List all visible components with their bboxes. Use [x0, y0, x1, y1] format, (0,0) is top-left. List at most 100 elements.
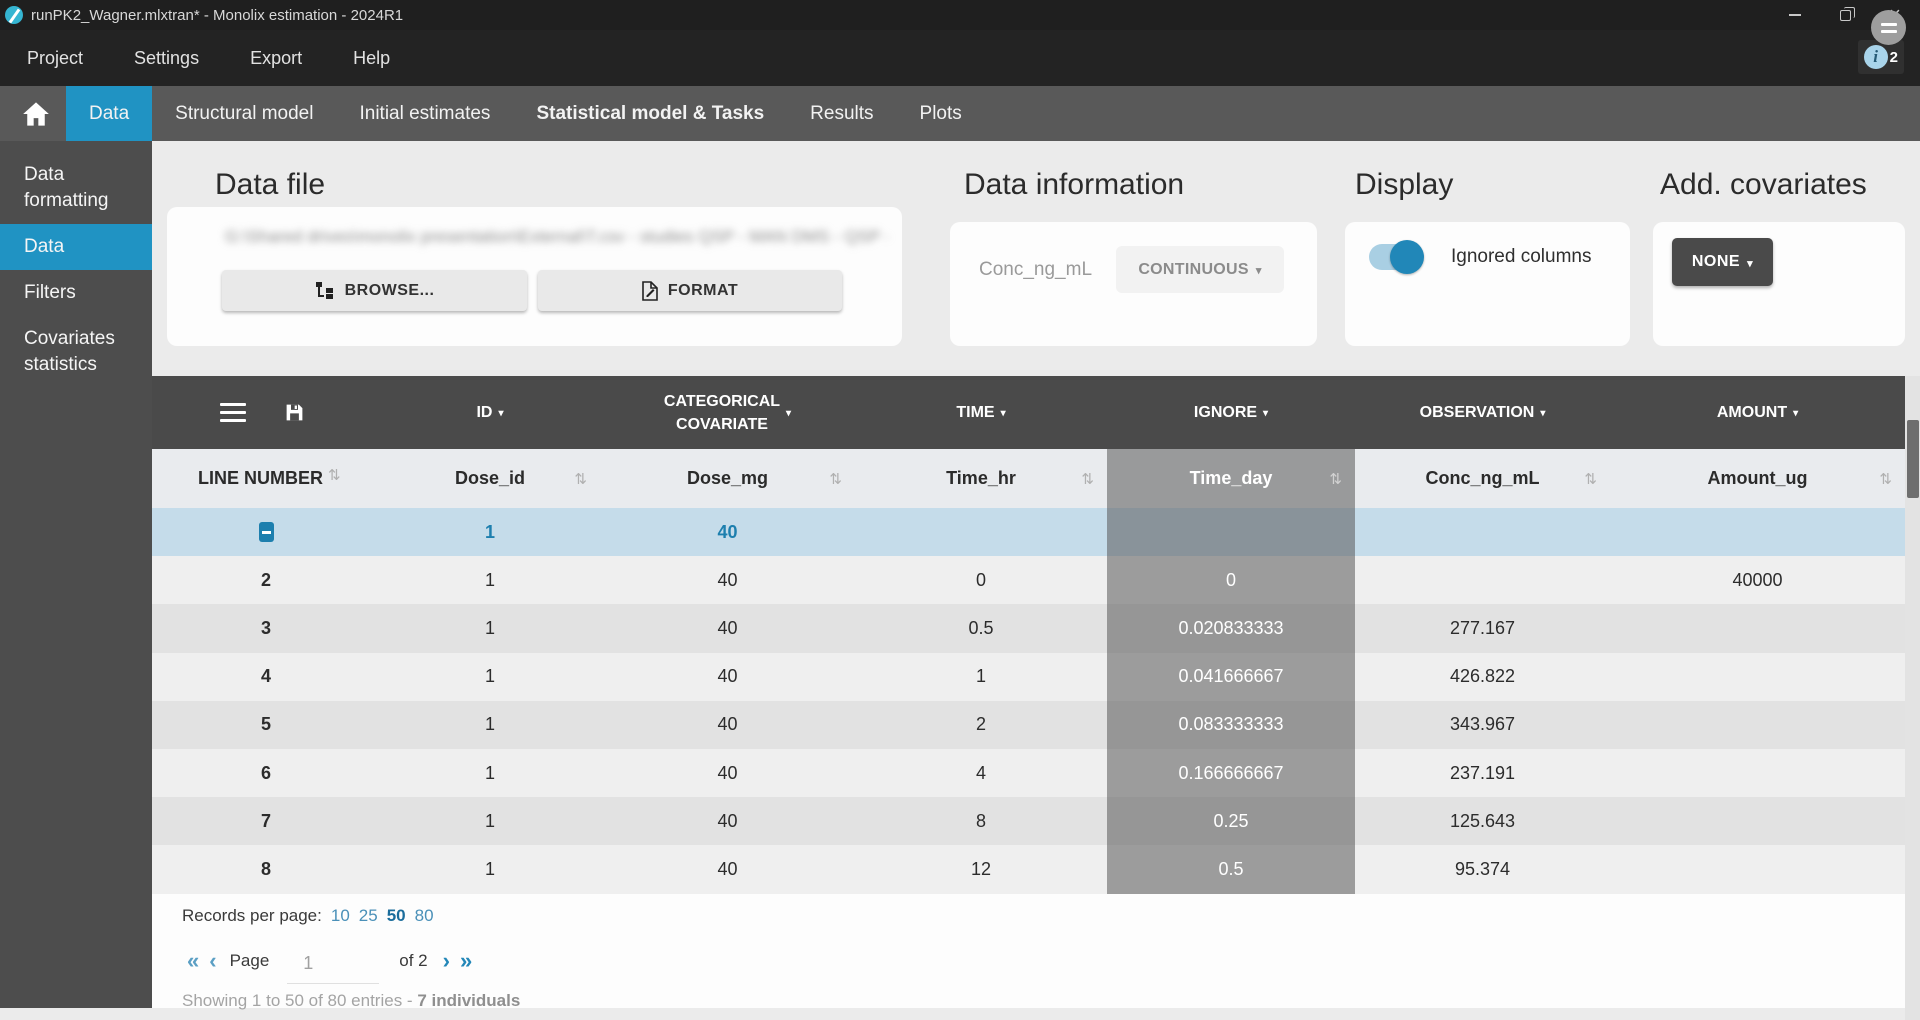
sort-icon[interactable]: ⇅ — [574, 470, 587, 488]
table-cell — [855, 508, 1107, 556]
table-cell: 40 — [600, 701, 855, 749]
column-header-dose-mg[interactable]: Dose_mg⇅ — [600, 449, 855, 508]
scrollbar-thumb[interactable] — [1907, 420, 1919, 498]
column-header-dose-id[interactable]: Dose_id⇅ — [380, 449, 600, 508]
table-row[interactable]: 21400040000 — [152, 556, 1905, 604]
column-header-time-hr[interactable]: Time_hr ⇅ — [855, 449, 1107, 508]
table-cell: 1 — [380, 701, 600, 749]
notification-badge[interactable]: i 2 — [1858, 40, 1904, 74]
records-option-10[interactable]: 10 — [331, 906, 350, 926]
table-cell: 1 — [380, 604, 600, 652]
table-row[interactable]: 414010.041666667426.822 — [152, 653, 1905, 701]
records-per-page: Records per page: 10255080 — [182, 906, 1905, 926]
observation-name: Conc_ng_mL — [979, 259, 1092, 281]
table-row[interactable]: 514020.083333333343.967 — [152, 701, 1905, 749]
table-cell — [1355, 508, 1610, 556]
sidebar-item-filters[interactable]: Filters — [0, 270, 152, 316]
table-cell: 40 — [600, 604, 855, 652]
sidebar-item-covariates-statistics[interactable]: Covariates statistics — [0, 316, 152, 388]
save-icon[interactable] — [284, 402, 305, 423]
tab-data[interactable]: Data — [66, 86, 152, 141]
column-header-label: Time_hr — [946, 468, 1016, 489]
maximize-button[interactable] — [1820, 0, 1870, 30]
cell-value: 1 — [485, 522, 495, 543]
home-button[interactable] — [16, 86, 56, 141]
menu-help[interactable]: Help — [353, 48, 390, 69]
sort-icon[interactable]: ⇅ — [1584, 470, 1597, 488]
prev-page-icon[interactable]: ‹ — [204, 951, 221, 971]
table-footer: Records per page: 10255080 « ‹ Page of 2… — [152, 894, 1905, 1008]
table-row[interactable]: 714080.25125.643 — [152, 797, 1905, 845]
sort-icon[interactable]: ⇅ — [1879, 470, 1892, 488]
table-cell: 4 — [855, 749, 1107, 797]
observation-type-dropdown[interactable]: CONTINUOUS ▾ — [1116, 246, 1284, 293]
title-bar: runPK2_Wagner.mlxtran* - Monolix estimat… — [0, 0, 1920, 30]
chevron-down-icon: ▾ — [1793, 402, 1798, 425]
menu-project[interactable]: Project — [27, 48, 83, 69]
cell-value: 40 — [717, 522, 737, 543]
sort-icon[interactable]: ⇅ — [328, 466, 341, 484]
add-covariates-dropdown[interactable]: NONE ▾ — [1672, 238, 1773, 286]
records-options: 10 25 50 80 — [331, 906, 434, 926]
records-option-25[interactable]: 25 — [359, 906, 378, 926]
menu-icon[interactable] — [220, 403, 246, 423]
first-page-icon[interactable]: « — [182, 951, 204, 971]
sidebar-item-data-formatting[interactable]: Data formatting — [0, 152, 152, 224]
table-cell: 1 — [855, 653, 1107, 701]
data-file-path: G:\Shared drives\monolix presentation\Ex… — [225, 227, 888, 247]
collapse-row-icon[interactable] — [259, 522, 274, 542]
tab-initial-estimates[interactable]: Initial estimates — [336, 86, 513, 141]
column-type-dropdown-categorical-covariate[interactable]: CATEGORICAL COVARIATE▾ — [600, 376, 855, 449]
page-number-input[interactable] — [287, 944, 379, 984]
tab-results[interactable]: Results — [787, 86, 896, 141]
table-row[interactable]: 1 40 — [152, 508, 1905, 556]
column-type-dropdown-time[interactable]: TIME▾ — [855, 376, 1107, 449]
column-type-label: ID — [476, 401, 492, 424]
vertical-scrollbar[interactable] — [1905, 376, 1920, 1020]
column-header-time-day[interactable]: Time_day⇅ — [1107, 449, 1355, 508]
monolix-logo-icon — [5, 6, 23, 24]
tab-statistical-model-tasks[interactable]: Statistical model & Tasks — [513, 86, 787, 141]
table-cell: 40000 — [1610, 556, 1905, 604]
table-cell: 0.166666667 — [1107, 749, 1355, 797]
column-header-conc-ng-ml[interactable]: Conc_ng_mL⇅ — [1355, 449, 1610, 508]
table-row[interactable]: 8140120.595.374 — [152, 845, 1905, 893]
column-type-dropdown-observation[interactable]: OBSERVATION▾ — [1355, 376, 1610, 449]
sort-icon[interactable]: ⇅ — [1081, 470, 1094, 488]
table-cell: 40 — [600, 653, 855, 701]
column-header-line-number[interactable]: LINE NUMBER⇅ — [152, 449, 380, 508]
column-type-dropdown-amount[interactable]: AMOUNT▾ — [1610, 376, 1905, 449]
minimize-button[interactable] — [1770, 0, 1820, 30]
table-row[interactable]: 614040.166666667237.191 — [152, 749, 1905, 797]
table-cell: 1 — [380, 556, 600, 604]
table-cell — [1107, 508, 1355, 556]
column-header-amount-ug[interactable]: Amount_ug⇅ — [1610, 449, 1905, 508]
tab-structural-model[interactable]: Structural model — [152, 86, 336, 141]
ignored-columns-label: Ignored columns — [1451, 246, 1591, 268]
table-row[interactable]: 31400.50.020833333277.167 — [152, 604, 1905, 652]
records-option-80[interactable]: 80 — [415, 906, 434, 926]
tab-plots[interactable]: Plots — [897, 86, 985, 141]
add-covariates-title: Add. covariates — [1660, 168, 1867, 202]
column-type-dropdown-id[interactable]: ID▾ — [380, 376, 600, 449]
notes-icon[interactable] — [1871, 10, 1906, 45]
next-page-icon[interactable]: › — [438, 951, 455, 971]
table-cell: 5 — [152, 701, 380, 749]
table-cell: 426.822 — [1355, 653, 1610, 701]
sort-icon[interactable]: ⇅ — [829, 470, 842, 488]
ignored-columns-toggle[interactable] — [1369, 244, 1421, 270]
column-type-header-row: ID▾CATEGORICAL COVARIATE▾TIME▾IGNORE▾OBS… — [152, 376, 1905, 449]
sidebar-item-data[interactable]: Data — [0, 224, 152, 270]
browse-button[interactable]: BROWSE... — [222, 270, 527, 311]
format-button[interactable]: FORMAT — [538, 270, 842, 311]
records-option-50[interactable]: 50 — [387, 906, 406, 926]
table-cell: 6 — [152, 749, 380, 797]
table-cell: 12 — [855, 845, 1107, 893]
pager: « ‹ Page of 2 › » — [182, 939, 1905, 983]
column-type-dropdown-ignore[interactable]: IGNORE▾ — [1107, 376, 1355, 449]
menu-settings[interactable]: Settings — [134, 48, 199, 69]
sort-icon[interactable]: ⇅ — [1329, 470, 1342, 488]
table-cell — [1610, 653, 1905, 701]
menu-export[interactable]: Export — [250, 48, 302, 69]
last-page-icon[interactable]: » — [455, 951, 477, 971]
